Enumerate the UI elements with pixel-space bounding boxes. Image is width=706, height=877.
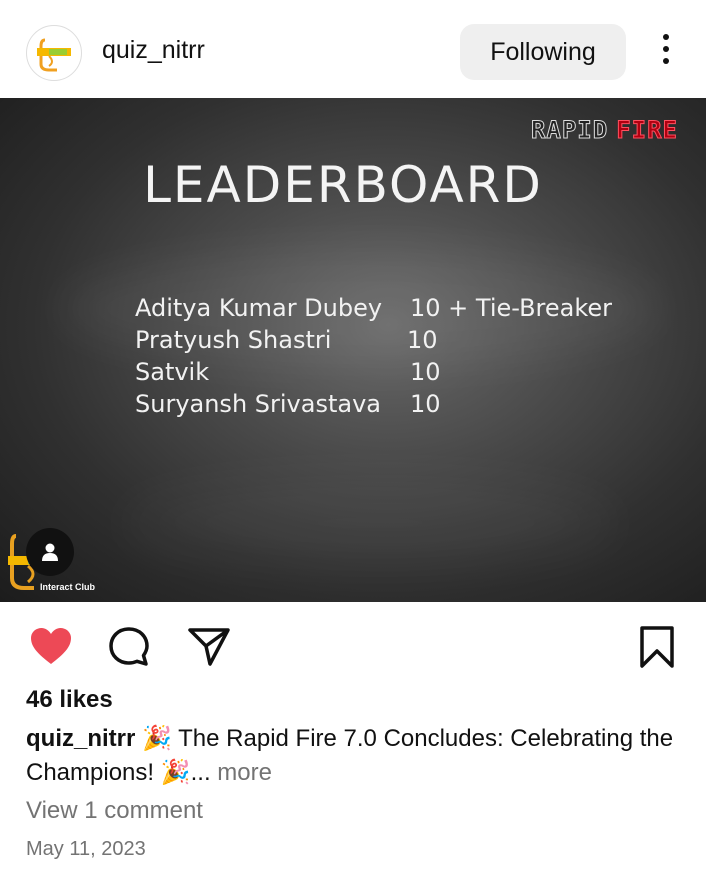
caption-more-link[interactable]: more xyxy=(211,759,272,786)
interact-club-label: Interact Club xyxy=(40,582,96,592)
bookmark-icon xyxy=(640,626,674,668)
profile-avatar[interactable] xyxy=(26,25,82,81)
leaderboard-name: Suryansh Srivastava xyxy=(135,390,381,418)
comment-button[interactable] xyxy=(106,624,152,670)
rapid-fire-badge-red: FIRE xyxy=(616,116,678,145)
like-button[interactable] xyxy=(28,624,74,670)
post-author-username[interactable]: quiz_nitrr xyxy=(102,36,205,65)
party-emoji: 🎉 xyxy=(142,725,172,752)
post-image[interactable]: RAPID FIRE LEADERBOARD Aditya Kumar Dubey… xyxy=(0,98,706,602)
send-icon xyxy=(188,628,230,666)
chalk-smudge xyxy=(120,478,620,568)
following-button[interactable]: Following xyxy=(460,24,626,80)
view-comments-link[interactable]: View 1 comment xyxy=(26,797,203,825)
rapid-fire-badge: RAPID FIRE xyxy=(530,116,678,145)
quiz-club-logo-icon xyxy=(37,38,71,72)
leaderboard-name: Aditya Kumar Dubey xyxy=(135,294,383,322)
tagged-users-icon[interactable] xyxy=(26,528,74,576)
likes-count[interactable]: 46 likes xyxy=(26,686,113,714)
post-action-bar xyxy=(0,612,706,682)
party-emoji: 🎉 xyxy=(160,759,191,786)
post-header: quiz_nitrr Following xyxy=(0,0,706,100)
save-button[interactable] xyxy=(634,624,680,670)
caption-username[interactable]: quiz_nitrr xyxy=(26,725,135,752)
leaderboard-score: 10 xyxy=(407,326,438,354)
leaderboard-title: LEADERBOARD xyxy=(143,156,543,214)
leaderboard-score: 10 xyxy=(410,390,441,418)
post-date: May 11, 2023 xyxy=(26,838,146,860)
comment-icon xyxy=(109,627,149,666)
person-icon xyxy=(42,543,58,561)
leaderboard-name: Pratyush Shastri xyxy=(135,326,332,354)
leaderboard-score: 10 + Tie-Breaker xyxy=(410,294,613,322)
leaderboard-name: Satvik xyxy=(135,358,210,386)
caption-ellipsis: ... xyxy=(190,759,211,786)
share-button[interactable] xyxy=(186,624,232,670)
leaderboard-score: 10 xyxy=(410,358,441,386)
rapid-fire-badge-white: RAPID xyxy=(530,116,609,145)
heart-filled-icon xyxy=(31,628,71,664)
more-options-icon[interactable] xyxy=(652,34,680,70)
post-caption: quiz_nitrr 🎉 The Rapid Fire 7.0 Conclude… xyxy=(26,722,686,790)
